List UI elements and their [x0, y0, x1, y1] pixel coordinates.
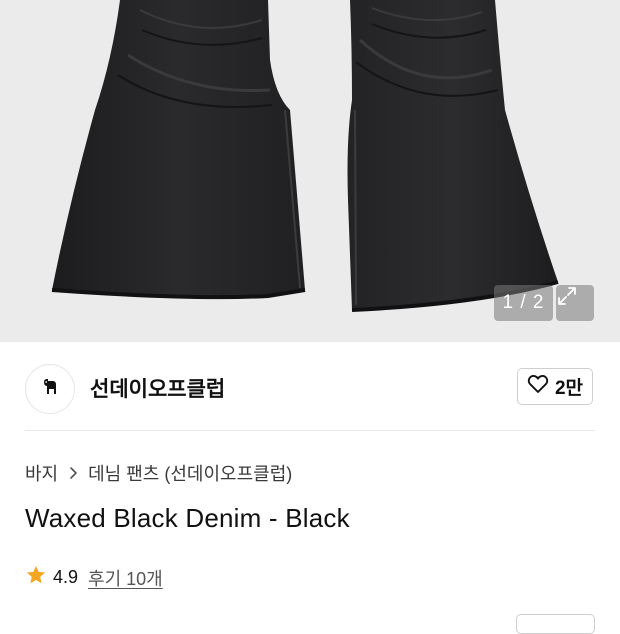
brand-name[interactable]: 선데이오프클럽 — [90, 373, 225, 403]
brand-row[interactable]: 선데이오프클럽 2만 — [0, 342, 620, 430]
product-title: Waxed Black Denim - Black — [25, 503, 350, 533]
breadcrumb-category[interactable]: 바지 — [25, 460, 58, 486]
rating-score: 4.9 — [53, 567, 79, 587]
expand-button[interactable] — [556, 285, 594, 321]
chevron-right-icon — [65, 465, 81, 481]
like-count: 2만 — [554, 378, 584, 399]
divider — [25, 430, 595, 431]
product-image-gallery[interactable]: 1 / 2 — [0, 0, 620, 342]
review-count-link[interactable]: 후기 10개 — [88, 565, 163, 591]
rating-row: 4.9 후기 10개 — [25, 564, 163, 591]
image-counter: 1 / 2 — [494, 285, 553, 321]
star-icon — [25, 564, 47, 591]
brand-logo[interactable] — [25, 364, 75, 414]
breadcrumb-subcategory[interactable]: 데님 팬츠 (선데이오프클럽) — [88, 460, 292, 486]
partial-button[interactable] — [516, 614, 595, 634]
heart-icon — [527, 374, 549, 400]
like-button[interactable]: 2만 — [517, 368, 593, 405]
dog-logo-icon — [39, 376, 61, 403]
breadcrumb: 바지 데님 팬츠 (선데이오프클럽) — [25, 460, 292, 486]
